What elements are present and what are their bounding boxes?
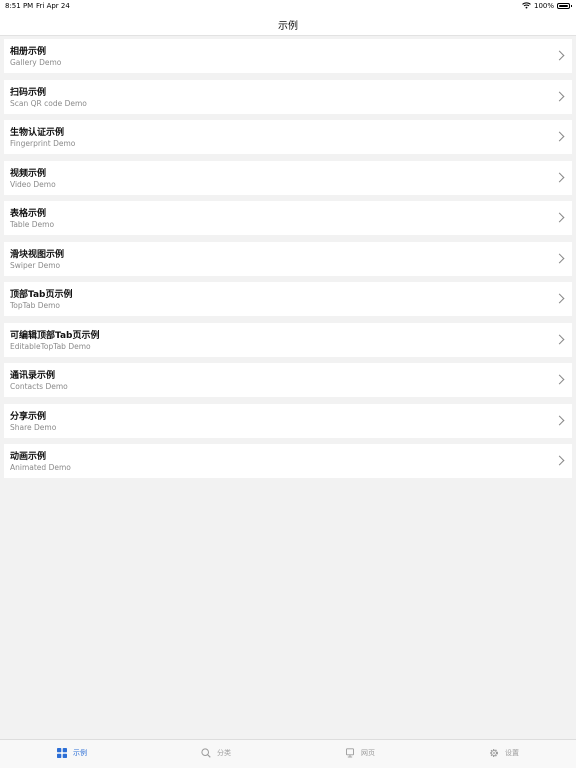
- page-title: 示例: [278, 21, 298, 32]
- list-item-title: 扫码示例: [10, 87, 47, 98]
- search-icon: [201, 748, 211, 758]
- chevron-right-icon: [554, 455, 565, 466]
- list-item-title: 视频示例: [10, 168, 47, 179]
- monitor-icon: [345, 748, 355, 758]
- list-item-title: 相册示例: [10, 47, 47, 57]
- status-time: 8:51 PM: [5, 2, 34, 10]
- chevron-right-icon: [554, 131, 565, 142]
- list-item-animated[interactable]: 动画示例 Animated Demo: [4, 444, 572, 478]
- tab-examples[interactable]: 示例: [0, 740, 144, 768]
- list-item-subtitle: TopTab Demo: [10, 301, 61, 310]
- tab-label: 网页: [361, 749, 375, 757]
- list-item-title: 动画示例: [10, 452, 47, 462]
- list-item-subtitle: EditableTopTab Demo: [10, 341, 91, 351]
- list-item-title: 分享示例: [10, 411, 47, 422]
- list-item-subtitle: Scan QR code Demo: [10, 98, 87, 108]
- list-item-title: 滑块视图示例: [10, 249, 65, 260]
- battery-level: [559, 5, 568, 7]
- list-item-subtitle: Gallery Demo: [10, 58, 62, 67]
- chevron-right-icon: [554, 334, 565, 344]
- app-screen: 8:51 PM Fri Apr 24 100% 示例 相册示例 Gallery …: [0, 0, 576, 768]
- list-item-subtitle: Video Demo: [10, 179, 56, 189]
- tab-webpage[interactable]: 网页: [288, 740, 432, 768]
- list-item-subtitle: Table Demo: [10, 220, 55, 229]
- list-item-subtitle: Share Demo: [10, 422, 57, 432]
- chevron-right-icon: [554, 293, 565, 304]
- list-item-title: 顶部Tab页示例: [10, 290, 73, 300]
- chevron-right-icon: [554, 50, 565, 61]
- battery-icon: [557, 3, 572, 9]
- list-item-gallery[interactable]: 相册示例 Gallery Demo: [4, 39, 572, 73]
- navigation-bar: 示例: [0, 12, 576, 36]
- chevron-right-icon: [554, 415, 565, 425]
- list-item-fingerprint[interactable]: 生物认证示例 Fingerprint Demo: [4, 120, 572, 154]
- chevron-right-icon: [554, 212, 565, 223]
- list-item-editable-toptab[interactable]: 可编辑顶部Tab页示例 EditableTopTab Demo: [4, 322, 572, 357]
- status-bar: 8:51 PM Fri Apr 24 100%: [0, 0, 576, 12]
- list-item-contacts[interactable]: 通讯录示例 Contacts Demo: [4, 363, 572, 397]
- tab-settings[interactable]: 设置: [432, 740, 576, 768]
- list-item-share[interactable]: 分享示例 Share Demo: [4, 403, 572, 438]
- chevron-right-icon: [554, 172, 565, 182]
- list-item-subtitle: Fingerprint Demo: [10, 139, 76, 148]
- grid-icon: [57, 748, 67, 758]
- chevron-right-icon: [554, 253, 565, 263]
- tab-label: 示例: [73, 749, 87, 757]
- list-item-swiper[interactable]: 滑块视图示例 Swiper Demo: [4, 241, 572, 276]
- list-item-title: 可编辑顶部Tab页示例: [10, 330, 100, 341]
- list-item-title: 生物认证示例: [10, 128, 65, 138]
- tab-label: 分类: [217, 749, 231, 757]
- tab-categories[interactable]: 分类: [144, 740, 288, 768]
- list-item-title: 表格示例: [10, 209, 47, 219]
- chevron-right-icon: [554, 91, 565, 101]
- status-indicators: 100%: [522, 1, 572, 11]
- gear-icon: [489, 748, 499, 758]
- tab-label: 设置: [505, 749, 519, 757]
- chevron-right-icon: [554, 374, 565, 385]
- tab-bar: 示例 分类 网页 设置: [0, 739, 576, 768]
- list-item-scan-qr[interactable]: 扫码示例 Scan QR code Demo: [4, 79, 572, 114]
- list-item-toptab[interactable]: 顶部Tab页示例 TopTab Demo: [4, 282, 572, 316]
- battery-percent: 100%: [533, 2, 554, 10]
- status-date: Fri Apr 24: [36, 2, 70, 10]
- list-item-video[interactable]: 视频示例 Video Demo: [4, 160, 572, 195]
- list-item-title: 通讯录示例: [10, 371, 56, 381]
- list-item-subtitle: Swiper Demo: [10, 260, 61, 270]
- demo-list: 相册示例 Gallery Demo 扫码示例 Scan QR code Demo…: [4, 39, 572, 485]
- wifi-icon: [522, 1, 531, 11]
- list-item-subtitle: Contacts Demo: [10, 382, 68, 391]
- list-item-table[interactable]: 表格示例 Table Demo: [4, 201, 572, 235]
- list-item-subtitle: Animated Demo: [10, 463, 71, 472]
